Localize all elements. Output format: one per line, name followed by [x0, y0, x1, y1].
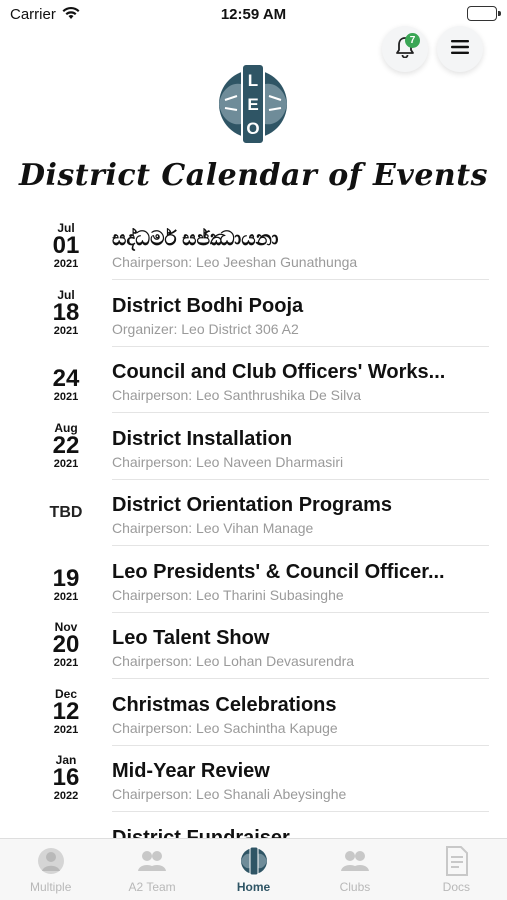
event-subtitle: Chairperson: Leo Naveen Dharmasiri: [112, 453, 344, 470]
event-row[interactable]: District Fundraiser: [0, 813, 507, 839]
event-day: 01: [52, 232, 80, 259]
tab-clubs[interactable]: Clubs: [304, 839, 405, 900]
event-year: 2021: [53, 324, 79, 337]
leo-logo-icon: [237, 845, 271, 877]
event-subtitle: Chairperson: Leo Santhrushika De Silva: [112, 387, 362, 403]
clubs-icon: [338, 845, 372, 877]
event-year: 2021: [53, 723, 79, 736]
status-time: 12:59 AM: [220, 6, 287, 23]
event-row[interactable]: 24 2021 Council and Club Officers' Works..…: [0, 347, 507, 414]
event-year: 2022: [53, 790, 79, 802]
tab-label: Docs: [442, 880, 470, 894]
event-subtitle: Chairperson: Leo Lohan Devasurendra: [112, 653, 355, 669]
event-date-tbd: TBD: [49, 504, 83, 521]
status-bar: Carrier 12:59 AM: [0, 0, 507, 30]
tab-multiple[interactable]: Multiple: [0, 839, 101, 900]
event-row[interactable]: Jul 01 2021 සද්ධර්ම සජ්ඣායනා Chairperson: Le…: [0, 214, 507, 281]
event-info: District Installation Chairperson: Leo Na…: [112, 414, 489, 480]
event-row[interactable]: Nov 20 2021 Leo Talent Show Chairperson: Leo…: [0, 613, 507, 680]
event-title: Council and Club Officers' Works...: [112, 361, 446, 383]
event-subtitle: Chairperson: Leo Sachintha Kapuge: [112, 719, 338, 736]
event-date: Dec 12 2021: [36, 680, 96, 746]
event-day: 24: [52, 365, 80, 392]
tab-label: Home: [236, 880, 271, 894]
event-date: 24 2021: [36, 347, 96, 413]
event-info: සද්ධර්ම සජ්ඣායනා Chairperson: Leo Jeeshan…: [112, 214, 489, 280]
event-year: 2021: [53, 258, 79, 270]
event-row[interactable]: TBD District Orientation Programs Chairper…: [0, 480, 507, 547]
event-info: Leo Talent Show Chairperson: Leo Lohan De…: [112, 613, 489, 679]
event-day: 22: [52, 431, 80, 459]
event-title: Mid-Year Review: [112, 760, 270, 782]
event-day: 19: [52, 564, 80, 592]
page-title: District Calendar of Events: [18, 158, 488, 193]
globe-person-icon: [34, 845, 68, 877]
event-title: Christmas Celebrations: [112, 693, 337, 716]
event-year: 2021: [53, 590, 79, 603]
tab-a2-team[interactable]: A2 Team: [101, 839, 202, 900]
event-date: TBD: [36, 480, 96, 546]
event-year: 2021: [53, 657, 79, 669]
event-date: [36, 813, 96, 839]
event-info: District Fundraiser: [112, 813, 489, 839]
event-date: Nov 20 2021: [36, 613, 96, 679]
leo-logo: L E O: [209, 60, 297, 148]
event-title: District Installation: [112, 427, 293, 450]
event-info: Mid-Year Review Chairperson: Leo Shanali …: [112, 746, 489, 812]
event-day: 12: [52, 697, 80, 725]
event-day: 18: [52, 298, 80, 326]
event-title: District Fundraiser: [112, 826, 290, 839]
notifications-button[interactable]: 7: [382, 26, 428, 72]
notification-badge: 7: [405, 33, 420, 48]
event-list[interactable]: Jul 01 2021 සද්ධර්ම සජ්ඣායනා Chairperson: Le…: [0, 214, 507, 838]
document-icon: [439, 845, 473, 877]
event-info: Christmas Celebrations Chairperson: Leo S…: [112, 680, 489, 746]
event-row[interactable]: Jan 16 2022 Mid-Year Review Chairperson: Leo…: [0, 746, 507, 813]
event-info: District Orientation Programs Chairperson…: [112, 480, 489, 546]
tab-label: Multiple: [30, 880, 72, 894]
event-row[interactable]: Dec 12 2021 Christmas Celebrations Chairpers…: [0, 680, 507, 747]
event-info: Leo Presidents' & Council Officer... Chai…: [112, 547, 489, 613]
event-title: District Bodhi Pooja: [112, 294, 304, 317]
event-row[interactable]: Jul 18 2021 District Bodhi Pooja Organizer: …: [0, 281, 507, 348]
event-date: Aug 22 2021: [36, 414, 96, 480]
tab-bar: Multiple A2 Team Home Clubs Docs: [0, 838, 507, 900]
event-subtitle: Chairperson: Leo Jeeshan Gunathunga: [112, 254, 358, 270]
tab-docs[interactable]: Docs: [406, 839, 507, 900]
hamburger-menu-icon: [451, 39, 469, 59]
battery-icon: [467, 6, 501, 21]
event-title: Leo Talent Show: [112, 627, 270, 649]
svg-text:O: O: [246, 119, 259, 138]
event-subtitle: Chairperson: Leo Vihan Manage: [112, 520, 314, 536]
event-title: Leo Presidents' & Council Officer...: [112, 560, 445, 583]
event-title: District Orientation Programs: [112, 494, 393, 516]
event-date: Jul 01 2021: [36, 214, 96, 280]
event-subtitle: Chairperson: Leo Shanali Abeysinghe: [112, 786, 347, 802]
event-info: District Bodhi Pooja Organizer: Leo Distr…: [112, 281, 489, 347]
event-title: සද්ධර්ම සජ්ඣායනා: [112, 228, 279, 250]
tab-home[interactable]: Home: [203, 839, 304, 900]
event-subtitle: Organizer: Leo District 306 A2: [112, 320, 299, 337]
svg-text:L: L: [248, 71, 258, 90]
event-day: 16: [52, 764, 80, 791]
tab-label: A2 Team: [128, 880, 176, 894]
team-icon: [135, 845, 169, 877]
event-day: 20: [52, 631, 80, 658]
event-date: Jan 16 2022: [36, 746, 96, 812]
event-subtitle: Chairperson: Leo Tharini Subasinghe: [112, 586, 344, 603]
event-year: 2021: [53, 457, 79, 470]
event-date: 19 2021: [36, 547, 96, 613]
event-info: Council and Club Officers' Works... Chair…: [112, 347, 489, 413]
event-date: Jul 18 2021: [36, 281, 96, 347]
svg-text:E: E: [247, 95, 258, 114]
event-row[interactable]: 19 2021 Leo Presidents' & Council Officer.…: [0, 547, 507, 614]
event-row[interactable]: Aug 22 2021 District Installation Chairperso…: [0, 414, 507, 481]
event-year: 2021: [53, 391, 79, 403]
menu-button[interactable]: [437, 26, 483, 72]
tab-label: Clubs: [339, 880, 371, 894]
